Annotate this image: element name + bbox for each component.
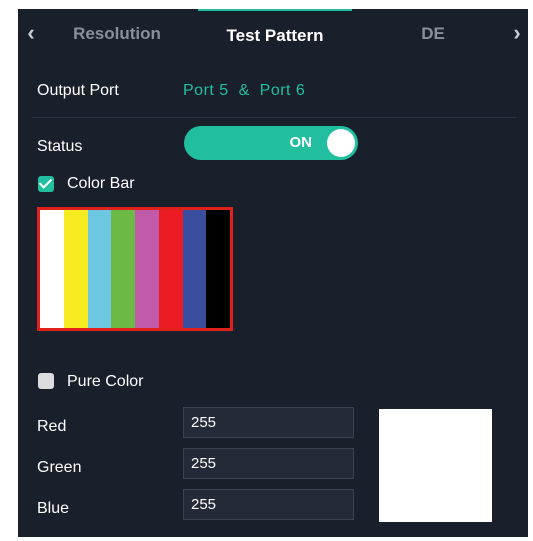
green-label: Green bbox=[37, 459, 82, 476]
output-port-label: Output Port bbox=[37, 82, 119, 99]
tab-de[interactable]: DE bbox=[378, 9, 488, 59]
pure-color-checkbox[interactable] bbox=[38, 373, 54, 389]
color-bar-stripe bbox=[182, 210, 207, 328]
pure-color-swatch bbox=[379, 409, 492, 522]
color-bar-stripe bbox=[87, 210, 112, 328]
pure-color-label: Pure Color bbox=[67, 373, 144, 390]
tab-bar: ‹ Resolution Test Pattern DE › bbox=[18, 9, 528, 59]
tab-scroll-right-icon[interactable]: › bbox=[506, 9, 528, 59]
color-bar-stripe bbox=[111, 210, 135, 328]
color-bar-stripe bbox=[40, 210, 64, 328]
toggle-knob bbox=[327, 129, 355, 157]
color-bar-stripe bbox=[135, 210, 159, 328]
tab-scroll-left-icon[interactable]: ‹ bbox=[20, 9, 42, 59]
color-bar-stripe bbox=[63, 210, 88, 328]
green-input[interactable]: 255 bbox=[183, 448, 354, 479]
status-toggle[interactable]: ON bbox=[184, 126, 358, 160]
test-pattern-panel: ‹ Resolution Test Pattern DE › Output Po… bbox=[18, 9, 528, 537]
red-label: Red bbox=[37, 418, 67, 435]
blue-label: Blue bbox=[37, 500, 70, 517]
tab-test-pattern[interactable]: Test Pattern bbox=[198, 9, 352, 59]
red-input[interactable]: 255 bbox=[183, 407, 354, 438]
blue-input[interactable]: 255 bbox=[183, 489, 354, 520]
color-bar-checkbox[interactable] bbox=[38, 175, 54, 192]
color-bar-preview bbox=[37, 207, 233, 331]
status-label: Status bbox=[37, 138, 83, 155]
toggle-state-text: ON bbox=[289, 134, 313, 151]
check-icon bbox=[38, 175, 53, 189]
tab-resolution[interactable]: Resolution bbox=[52, 9, 182, 59]
color-bar-label: Color Bar bbox=[67, 175, 135, 192]
color-bar-stripe bbox=[158, 210, 183, 328]
divider bbox=[32, 117, 516, 118]
output-port-value: Port 5 & Port 6 bbox=[183, 82, 306, 99]
color-bar-stripe bbox=[206, 210, 230, 328]
